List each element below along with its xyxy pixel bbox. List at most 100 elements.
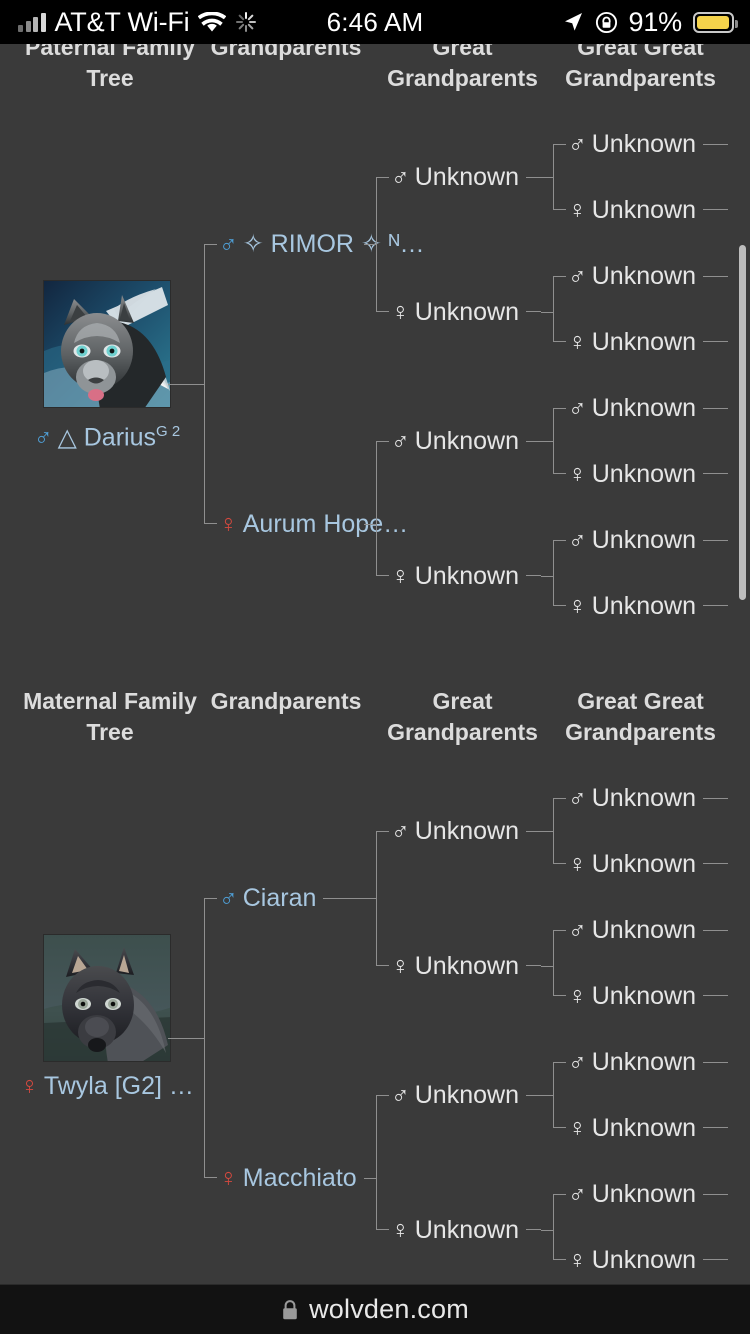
subject-card-darius[interactable]: ♂ △ DariusG 2 [12, 280, 202, 452]
great-great-grandparent-bracket-4: ♂ Unknown ♀ Unknown [553, 525, 728, 621]
great-grandfather-label: Unknown [414, 817, 519, 845]
female-symbol-icon: ♀ [568, 592, 587, 620]
gg-grandmother-name: ♀ Unknown [566, 849, 703, 879]
subject-card-twyla[interactable]: ♀ Twyla [G2] … [12, 934, 202, 1101]
male-symbol-icon: ♂ [568, 1048, 587, 1076]
grandfather-name[interactable]: ♂ Ciaran [217, 883, 324, 913]
status-bar-right: 91% [562, 0, 738, 44]
great-grandmother-name: ♀ Unknown [389, 297, 526, 327]
great-grandmother-label: Unknown [414, 562, 519, 590]
female-symbol-icon: ♀ [568, 196, 587, 224]
maternal-column-headers: Maternal Family Tree Grandparents Great … [0, 686, 750, 774]
page-scroll-area[interactable]: Paternal Family Tree Grandparents Great … [0, 32, 750, 1284]
gg-grandmother-label: Unknown [591, 982, 696, 1010]
twyla-wolf-portrait[interactable] [43, 934, 171, 1062]
great-grandfather-name: ♂ Unknown [389, 1080, 526, 1110]
header-maternal-family-tree: Maternal Family Tree [23, 688, 197, 745]
male-symbol-icon: ♂ [568, 916, 587, 944]
gg-grandfather-label: Unknown [591, 1048, 696, 1076]
grandfather-link[interactable]: Ciaran [243, 884, 317, 912]
great-grandfather-name: ♂ Unknown [389, 816, 526, 846]
gg-grandfather-label: Unknown [591, 1180, 696, 1208]
gg-grandmother-name: ♀ Unknown [566, 981, 703, 1011]
connector-ggp-b2 [541, 576, 553, 577]
grandparent-bracket: ♂ ✧ RIMOR ✧ ᴺ… ♀ Aurum Hope… [204, 229, 432, 539]
lock-icon [281, 1299, 299, 1321]
female-symbol-icon: ♀ [568, 1246, 587, 1274]
connector-grandfather-to-ggp [364, 898, 376, 899]
great-great-grandparent-bracket-3: ♂ Unknown ♀ Unknown [553, 393, 728, 489]
subject-marker: △ [57, 423, 77, 452]
gg-grandfather-name: ♂ Unknown [566, 393, 703, 423]
male-symbol-icon: ♂ [568, 784, 587, 812]
subject-name-darius[interactable]: ♂ △ DariusG 2 [12, 417, 202, 452]
gg-grandmother-label: Unknown [591, 328, 696, 356]
gg-grandmother-name: ♀ Unknown [566, 591, 703, 621]
clock-label: 6:46 AM [326, 6, 424, 37]
subject-name-text: Twyla [G2] … [43, 1072, 194, 1100]
male-symbol-icon: ♂ [568, 262, 587, 290]
female-symbol-icon: ♀ [391, 1216, 410, 1244]
male-symbol-icon: ♂ [568, 130, 587, 158]
great-grandmother-label: Unknown [414, 952, 519, 980]
gg-grandmother-name: ♀ Unknown [566, 327, 703, 357]
gg-grandfather-name: ♂ Unknown [566, 1047, 703, 1077]
male-symbol-icon: ♂ [219, 230, 238, 258]
status-bar: AT&T Wi-Fi 6:46 AM 91% [0, 0, 750, 44]
grandmother-name[interactable]: ♀ Macchiato [217, 1163, 364, 1193]
great-great-grandparent-bracket-1: ♂ Unknown ♀ Unknown [553, 783, 728, 879]
paternal-column-headers: Paternal Family Tree Grandparents Great … [0, 32, 750, 120]
male-symbol-icon: ♂ [33, 423, 53, 452]
connector-grandmother-to-ggp [364, 524, 376, 525]
male-symbol-icon: ♂ [391, 163, 410, 191]
female-symbol-icon: ♀ [391, 562, 410, 590]
connector-subject-to-grandparents [168, 1038, 204, 1039]
great-grandmother-name: ♀ Unknown [389, 1215, 526, 1245]
gg-grandmother-name: ♀ Unknown [566, 1245, 703, 1275]
connector-ggp-b1 [541, 1095, 553, 1096]
great-great-grandparent-bracket-4: ♂ Unknown ♀ Unknown [553, 1179, 728, 1275]
gg-grandmother-label: Unknown [591, 460, 696, 488]
grandparent-bracket: ♂ Ciaran ♀ Macchiato [204, 883, 364, 1193]
connector-ggp-a2 [541, 966, 553, 967]
subject-name-text: Darius [83, 423, 156, 452]
male-symbol-icon: ♂ [568, 526, 587, 554]
header-great-grandparents: Great Grandparents [387, 688, 538, 745]
female-symbol-icon: ♀ [568, 1114, 587, 1142]
vertical-scrollbar[interactable] [739, 245, 746, 600]
gg-grandmother-label: Unknown [591, 850, 696, 878]
gg-grandmother-label: Unknown [591, 1246, 696, 1274]
gg-grandfather-label: Unknown [591, 130, 696, 158]
gg-grandfather-name: ♂ Unknown [566, 915, 703, 945]
location-arrow-icon [562, 11, 584, 33]
battery-percent-label: 91% [628, 6, 683, 37]
header-great-great-grandparents: Great Great Grandparents [565, 688, 716, 745]
subject-suffix: G 2 [156, 423, 181, 440]
browser-bottom-bar[interactable]: wolvden.com [0, 1284, 750, 1334]
great-grandparent-bracket-maternal-b: ♂ Unknown ♀ Unknown [376, 1080, 541, 1245]
gg-grandfather-name: ♂ Unknown [566, 1179, 703, 1209]
subject-name-twyla[interactable]: ♀ Twyla [G2] … [12, 1071, 202, 1101]
battery-icon [693, 11, 738, 33]
great-grandparent-bracket-paternal-a: ♂ Unknown ♀ Unknown [376, 162, 541, 327]
gg-grandmother-label: Unknown [591, 1114, 696, 1142]
great-grandmother-name: ♀ Unknown [389, 561, 526, 591]
great-grandmother-name: ♀ Unknown [389, 951, 526, 981]
gg-grandmother-name: ♀ Unknown [566, 459, 703, 489]
header-grandparents: Grandparents [210, 688, 362, 714]
gg-grandmother-label: Unknown [591, 196, 696, 224]
gg-grandfather-label: Unknown [591, 262, 696, 290]
female-symbol-icon: ♀ [568, 328, 587, 356]
url-label[interactable]: wolvden.com [309, 1294, 469, 1325]
gg-grandfather-name: ♂ Unknown [566, 261, 703, 291]
male-symbol-icon: ♂ [219, 884, 238, 912]
gg-grandfather-name: ♂ Unknown [566, 129, 703, 159]
connector-ggp-a1 [541, 177, 553, 178]
female-symbol-icon: ♀ [391, 952, 410, 980]
female-symbol-icon: ♀ [568, 982, 587, 1010]
darius-wolf-portrait[interactable] [43, 280, 171, 408]
paternal-family-tree: Paternal Family Tree Grandparents Great … [0, 32, 750, 621]
male-symbol-icon: ♂ [391, 1081, 410, 1109]
grandmother-link[interactable]: Macchiato [243, 1164, 357, 1192]
gg-grandmother-name: ♀ Unknown [566, 1113, 703, 1143]
